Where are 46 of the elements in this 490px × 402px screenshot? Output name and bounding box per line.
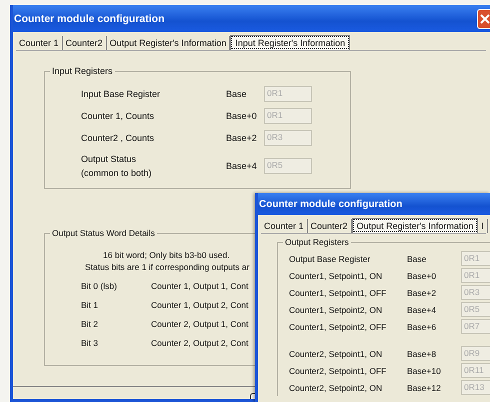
offset-label: Base+2 bbox=[407, 288, 438, 298]
tab[interactable]: Counter 1 bbox=[16, 36, 63, 50]
bit-description: Counter 2, Output 2, Cont bbox=[151, 337, 250, 349]
register-label: Output Base Register bbox=[289, 252, 372, 266]
offset-label: Base+0 bbox=[407, 270, 438, 280]
group-title: Input Registers bbox=[50, 66, 115, 76]
register-label: Counter1, Setpoint1, OFF bbox=[289, 286, 388, 300]
bit-description: Counter 1, Output 2, Cont bbox=[151, 299, 250, 311]
register-label: Counter1, Setpoint2, OFF bbox=[289, 320, 388, 334]
window-title: Counter module configuration bbox=[259, 198, 402, 210]
offset-label: Base+6 bbox=[407, 322, 438, 332]
register-label: Counter1, Setpoint2, ON bbox=[289, 304, 384, 316]
tab[interactable]: Counter2 bbox=[62, 36, 107, 50]
bit-label: Bit 1 bbox=[81, 299, 100, 311]
register-label: Counter2, Setpoint1, ON bbox=[289, 348, 384, 360]
register-label: Counter2, Setpoint2, ON bbox=[289, 382, 384, 394]
tab[interactable]: Input Register's Information bbox=[230, 35, 350, 50]
register-label: Counter 1, Counts bbox=[81, 110, 156, 123]
bit-description: Counter 1, Output 1, Cont bbox=[151, 280, 250, 292]
offset-label: Base+4 bbox=[407, 304, 438, 314]
register-label: Output Status (common to both) bbox=[81, 153, 153, 180]
bit-label: Bit 0 (lsb) bbox=[81, 280, 118, 292]
offset-label: Base+0 bbox=[226, 111, 258, 121]
offset-label: Base+2 bbox=[226, 133, 258, 143]
offset-label: Base+12 bbox=[407, 382, 442, 392]
register-label: Input Base Register bbox=[81, 88, 162, 101]
window-title: Counter module configuration bbox=[14, 12, 164, 24]
group-title: Output Status Word Details bbox=[50, 228, 157, 238]
offset-label: Base+4 bbox=[226, 161, 258, 171]
note-text: Status bits are 1 if corresponding outputs ar bbox=[85, 262, 250, 272]
offset-label: Base+10 bbox=[407, 366, 442, 376]
register-label: Counter1, Setpoint1, ON bbox=[289, 270, 384, 282]
note-text: 16 bit word; Only bits b3-b0 used. bbox=[103, 250, 230, 260]
offset-label: Base+8 bbox=[407, 348, 438, 358]
group-title: Output Registers bbox=[283, 237, 351, 247]
bit-label: Bit 2 bbox=[81, 318, 100, 330]
bit-description: Counter 2, Output 1, Cont bbox=[151, 318, 250, 330]
close-icon[interactable] bbox=[477, 8, 490, 28]
offset-label: Base bbox=[407, 254, 428, 264]
tab[interactable]: Counter 1 bbox=[261, 219, 308, 233]
tab[interactable]: Output Register's Information bbox=[352, 218, 478, 233]
register-label: Counter2, Setpoint1, OFF bbox=[289, 364, 388, 378]
bit-label: Bit 3 bbox=[81, 337, 100, 349]
tab[interactable]: I bbox=[478, 219, 488, 233]
offset-label: Base bbox=[226, 89, 248, 99]
register-label: Counter2 , Counts bbox=[81, 132, 156, 145]
